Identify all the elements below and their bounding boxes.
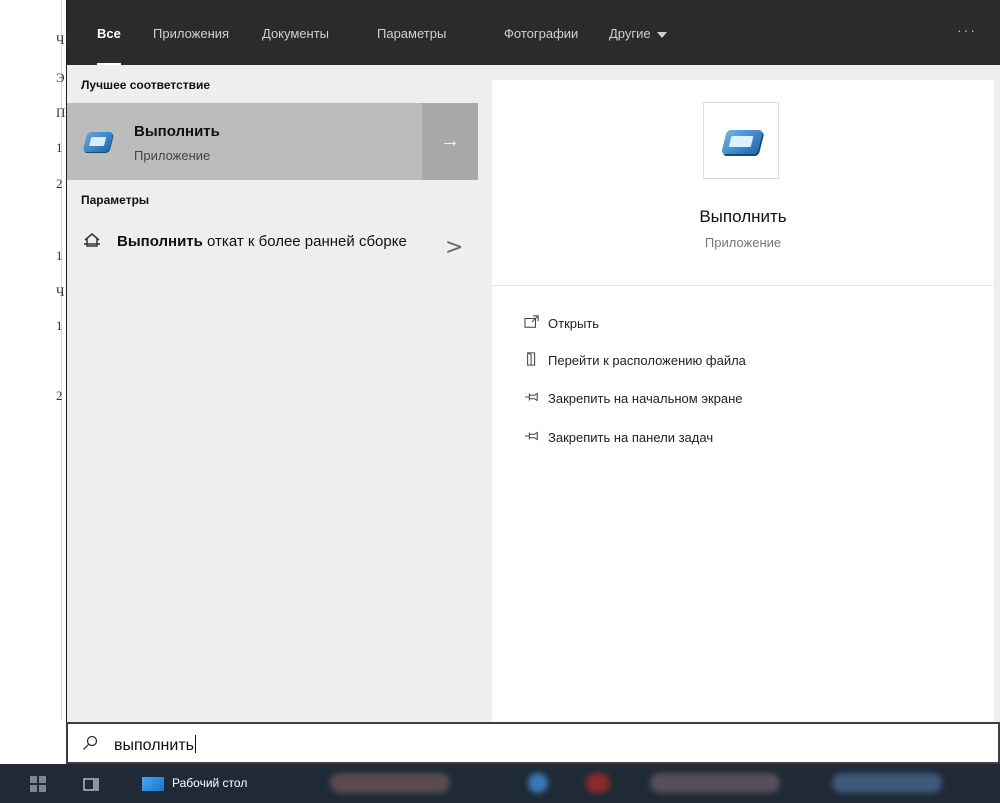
tab-apps[interactable]: Приложения — [153, 26, 229, 41]
preview-subtitle: Приложение — [704, 235, 782, 250]
background-letter: П — [56, 105, 66, 120]
settings-result-text: Выполнить откат к более ранней сборке — [117, 231, 417, 252]
search-input-value: выполнить — [114, 735, 196, 755]
search-input[interactable]: выполнить — [66, 722, 1000, 764]
tab-documents[interactable]: Документы — [262, 26, 329, 41]
background-letter: 1 — [56, 318, 63, 333]
blurred-taskbar-app[interactable] — [586, 773, 610, 793]
chevron-down-icon — [656, 31, 667, 38]
background-letter: 2 — [56, 388, 63, 403]
settings-result-bold: Выполнить — [117, 233, 203, 250]
run-app-icon — [82, 132, 114, 152]
background-letter: Ч — [56, 284, 65, 299]
chevron-right-icon: > — [445, 235, 464, 260]
action-pin-start-label: Закрепить на начальном экране — [548, 391, 743, 406]
action-open-location-label: Перейти к расположению файла — [548, 353, 746, 368]
text-cursor — [194, 735, 196, 753]
pin-icon — [525, 392, 538, 402]
background-document: Ч Э П 1 2 1 Ч 1 2 — [0, 0, 66, 720]
desktop-toolbar-label[interactable]: Рабочий стол — [172, 776, 247, 790]
rollback-icon — [84, 233, 100, 247]
pin-icon — [525, 431, 538, 441]
taskbar: Рабочий стол — [0, 764, 1000, 803]
task-view-icon[interactable] — [82, 775, 100, 793]
preview-icon-tile — [703, 102, 779, 179]
desktop-icon — [142, 777, 164, 791]
filter-tab-bar: Все Приложения Документы Параметры Фотог… — [67, 0, 1000, 66]
background-letter: 1 — [56, 248, 63, 263]
best-match-subtitle: Приложение — [134, 148, 211, 163]
preview-pane: Выполнить Приложение Открыть Перейти к р… — [492, 80, 994, 722]
search-icon — [83, 735, 98, 750]
search-query: выполнить — [114, 737, 194, 754]
more-options-button[interactable]: ··· — [957, 22, 977, 38]
background-letter: 2 — [56, 176, 63, 191]
windows-start-icon[interactable] — [30, 776, 46, 792]
best-match-title: Выполнить — [134, 123, 220, 140]
open-icon — [524, 315, 539, 328]
best-match-item[interactable]: Выполнить Приложение — [67, 103, 422, 180]
background-letter: 1 — [56, 140, 63, 155]
best-match-heading: Лучшее соответствие — [81, 78, 211, 92]
file-location-icon — [527, 352, 536, 366]
blurred-taskbar-app[interactable] — [650, 773, 780, 793]
divider — [492, 285, 994, 286]
background-letter: Ч — [56, 32, 65, 47]
open-arrow-button[interactable]: → — [422, 103, 478, 180]
tab-photos[interactable]: Фотографии — [504, 26, 578, 41]
settings-result-rest: откат к более ранней сборке — [202, 233, 407, 250]
action-pin-taskbar-label: Закрепить на панели задач — [548, 430, 714, 445]
results-list: Лучшее соответствие Выполнить Приложение… — [67, 65, 478, 722]
tab-other[interactable]: Другие — [609, 26, 667, 41]
settings-heading: Параметры — [81, 193, 150, 207]
blurred-taskbar-app[interactable] — [330, 773, 450, 793]
background-letter: Э — [56, 70, 65, 85]
run-app-icon — [721, 130, 763, 154]
settings-result-item[interactable]: Выполнить откат к более ранней сборке > — [67, 225, 478, 287]
blurred-taskbar-app[interactable] — [832, 773, 942, 793]
action-open-label: Открыть — [548, 316, 600, 331]
tab-all[interactable]: Все — [97, 26, 121, 66]
preview-title: Выполнить — [699, 207, 787, 226]
tab-settings[interactable]: Параметры — [377, 26, 446, 41]
blurred-taskbar-app[interactable] — [528, 773, 548, 793]
tab-other-label: Другие — [609, 26, 651, 41]
search-panel: Все Приложения Документы Параметры Фотог… — [66, 0, 1000, 722]
